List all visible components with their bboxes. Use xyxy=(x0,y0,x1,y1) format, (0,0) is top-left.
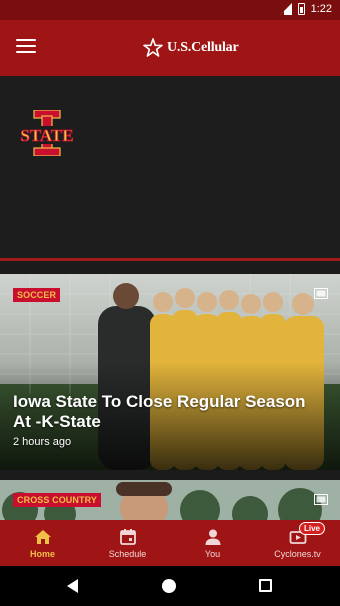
hamburger-icon xyxy=(16,39,36,41)
person-icon xyxy=(205,529,220,545)
nav-cyclones-tv[interactable]: Live Cyclones.tv xyxy=(255,520,340,566)
hero-banner xyxy=(0,76,340,258)
logo-text: STATE xyxy=(20,126,73,145)
category-badge: SOCCER xyxy=(13,288,61,302)
app-bar: U.S.Cellular xyxy=(0,20,340,76)
nav-label: Schedule xyxy=(108,549,147,559)
star-icon xyxy=(143,38,163,57)
app-screen: 1:22 U.S.Cellular STATE SOCCER Iowa Stat… xyxy=(0,0,340,606)
home-icon xyxy=(34,530,51,544)
category-badge: CROSS COUNTRY xyxy=(13,493,101,507)
recents-icon[interactable] xyxy=(259,579,272,592)
status-bar: 1:22 xyxy=(0,0,340,20)
home-button-icon[interactable] xyxy=(162,579,176,593)
nav-home[interactable]: Home xyxy=(0,520,85,566)
gallery-icon xyxy=(314,494,328,505)
status-time: 1:22 xyxy=(310,3,332,15)
brand-name: U.S.Cellular xyxy=(167,40,239,55)
news-time: 2 hours ago xyxy=(13,436,72,448)
news-card[interactable]: SOCCER Iowa State To Close Regular Seaso… xyxy=(0,274,340,470)
hero-divider xyxy=(0,258,340,261)
nav-label: Cyclones.tv xyxy=(274,549,321,559)
live-badge: Live xyxy=(299,522,326,535)
nav-label: You xyxy=(204,549,221,559)
system-navigation xyxy=(0,566,340,606)
calendar-icon xyxy=(119,529,136,545)
bottom-navigation: Home Schedule You Live Cyclones.tv xyxy=(0,520,340,566)
iowa-state-logo: STATE xyxy=(18,110,76,156)
nav-schedule[interactable]: Schedule xyxy=(85,520,170,566)
gallery-icon xyxy=(314,288,328,299)
menu-button[interactable] xyxy=(16,39,36,57)
signal-icon xyxy=(279,3,292,15)
back-icon[interactable] xyxy=(66,579,80,593)
brand-logo: U.S.Cellular xyxy=(142,37,239,59)
nav-you[interactable]: You xyxy=(170,520,255,566)
battery-icon xyxy=(297,3,305,15)
news-card[interactable]: CROSS COUNTRY xyxy=(0,480,340,520)
nav-label: Home xyxy=(29,549,55,559)
status-icons: 1:22 xyxy=(279,3,332,15)
news-headline: Iowa State To Close Regular Season At -K… xyxy=(13,392,306,431)
